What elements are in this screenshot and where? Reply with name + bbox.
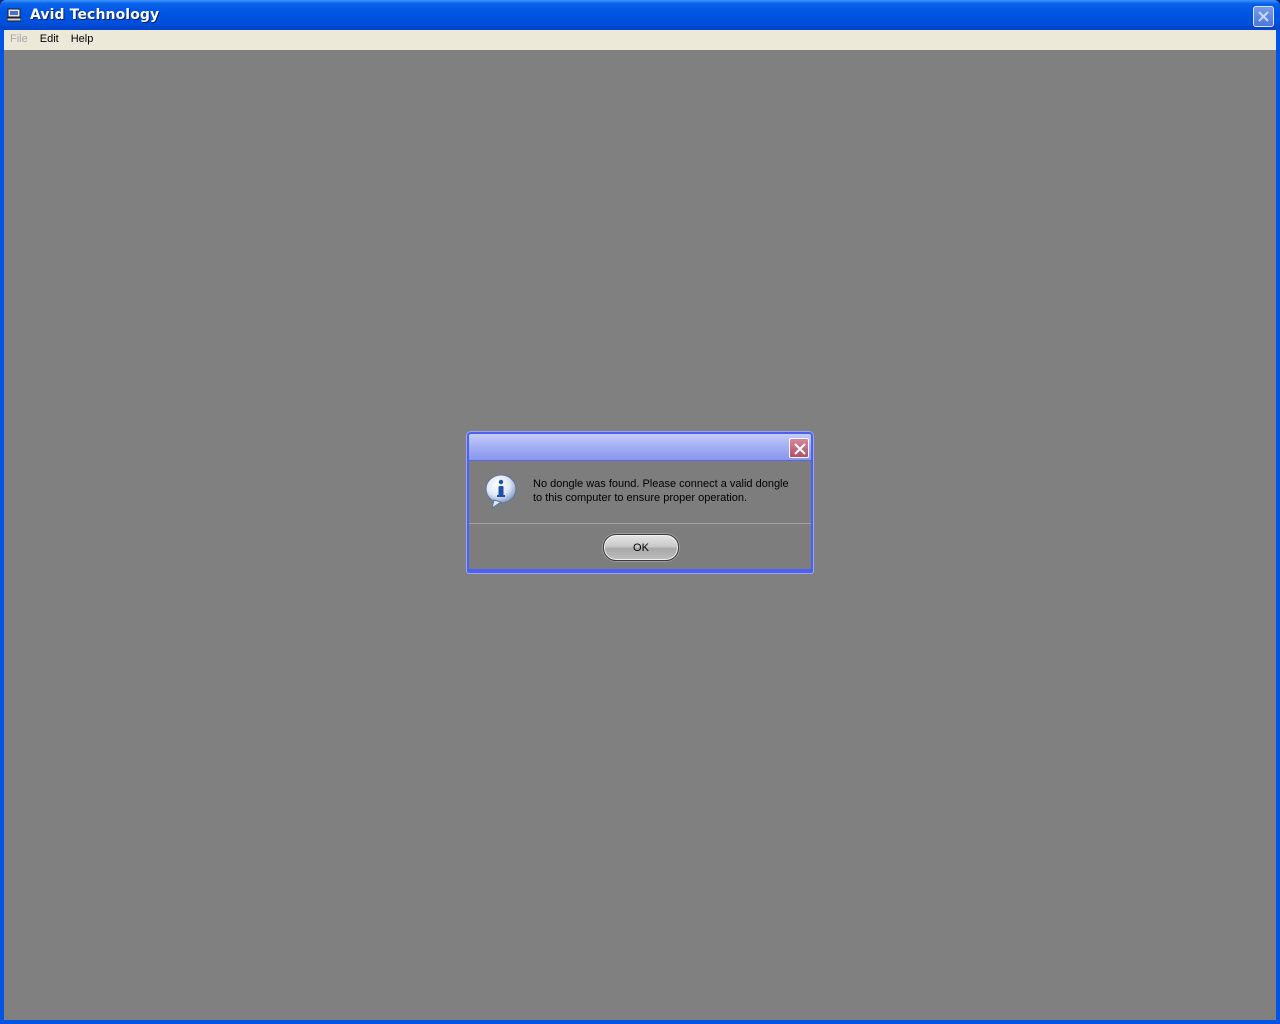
- close-icon: [1258, 11, 1269, 22]
- dialog-message: No dongle was found. Please connect a va…: [533, 477, 803, 505]
- window-title: Avid Technology: [30, 7, 160, 23]
- dialog-message-line-2: to this computer to ensure proper operat…: [533, 492, 748, 504]
- info-icon: [484, 474, 518, 510]
- dialog-bottom-border: [469, 569, 811, 571]
- dialog-footer: OK: [469, 525, 811, 571]
- window-close-button[interactable]: [1253, 6, 1274, 27]
- dialog-body: No dongle was found. Please connect a va…: [469, 462, 811, 523]
- dialog-titlebar[interactable]: [469, 434, 811, 461]
- dongle-dialog: No dongle was found. Please connect a va…: [467, 432, 813, 573]
- ok-button[interactable]: OK: [603, 534, 679, 561]
- app-window: Avid Technology File Edit Help No dongle…: [0, 0, 1280, 1024]
- computer-icon[interactable]: [6, 8, 22, 22]
- menu-edit[interactable]: Edit: [34, 30, 65, 50]
- dialog-message-line-1: No dongle was found. Please connect a va…: [533, 478, 789, 490]
- close-icon: [794, 443, 806, 455]
- dialog-divider: [469, 523, 811, 524]
- dialog-close-button[interactable]: [789, 438, 809, 458]
- menu-help[interactable]: Help: [65, 30, 100, 50]
- menu-file[interactable]: File: [4, 30, 34, 50]
- window-titlebar[interactable]: Avid Technology: [0, 0, 1280, 30]
- menubar: File Edit Help: [4, 30, 1276, 50]
